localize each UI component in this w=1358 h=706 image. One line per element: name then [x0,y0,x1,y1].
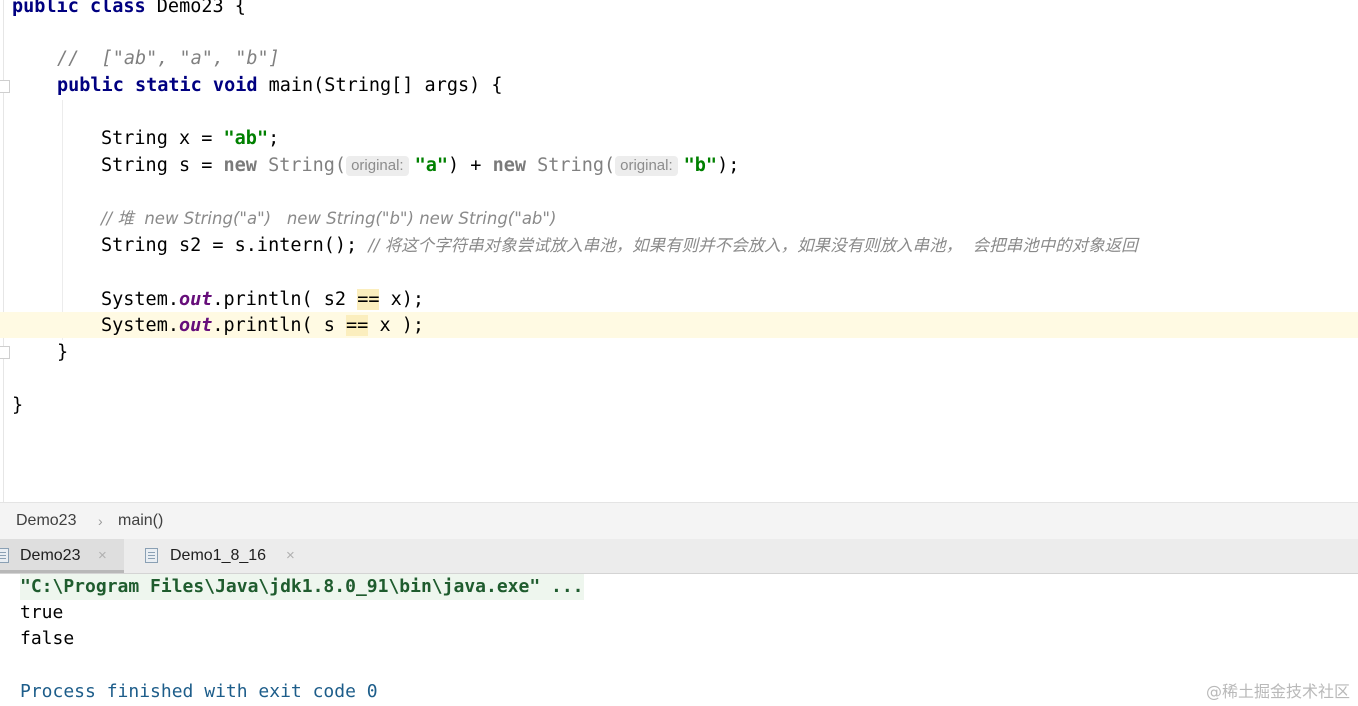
code-line-string-s: String s = new String(original: "a") + ne… [101,153,739,179]
code-text: System. [101,289,179,310]
static-field: out [178,289,213,310]
code-line-close-class: } [12,395,24,416]
fold-marker-main-end[interactable] [0,346,10,359]
keyword: public class [12,0,146,17]
code-line-main-decl: public static void main(String[] args) { [57,73,503,99]
code-comment: // 堆 new String("a") new String("b") new… [101,209,557,228]
code-text: ); [717,155,740,176]
keyword-new: new [492,155,526,176]
parameter-hint: original: [615,156,678,176]
operator-highlight: == [346,315,369,336]
code-text: System. [101,315,179,336]
run-console[interactable]: "C:\Program Files\Java\jdk1.8.0_91\bin\j… [0,574,1358,706]
code-text: String x = [101,128,224,149]
code-line-string-x: String x = "ab"; [101,126,279,152]
code-line-println-s2: System.out.println( s2 == x); [101,287,424,313]
tab-demo23[interactable]: Demo23 × [0,539,124,573]
code-text: ; [268,128,280,149]
string-literal: "b" [683,155,718,176]
indent-guide [62,100,63,340]
code-line-comment-array: // ["ab", "a", "b"] [57,46,280,72]
breadcrumb-item-class[interactable]: Demo23 [16,503,76,539]
code-text: .println( s2 [212,289,358,310]
code-line-println-s: System.out.println( s == x ); [101,313,424,339]
run-config-icon [0,548,9,563]
watermark: @稀土掘金技术社区 [1205,682,1350,701]
code-text: String s = [101,155,224,176]
code-editor[interactable]: public class Demo23 { // ["ab", "a", "b"… [0,0,1358,502]
fold-marker-main[interactable] [0,80,10,93]
code-line-close-main: } [57,342,69,363]
console-command-line[interactable]: "C:\Program Files\Java\jdk1.8.0_91\bin\j… [20,574,584,600]
console-output-line: true [20,602,64,623]
code-text: x ); [368,315,425,336]
tab-label: Demo23 [20,547,81,564]
run-config-icon [145,548,158,563]
code-text: x); [379,289,425,310]
editor-gutter [3,0,4,502]
static-field: out [178,315,213,336]
code-text: .println( s [212,315,347,336]
code-text: String s2 = s.intern(); [101,235,369,256]
string-literal: "a" [414,155,449,176]
code-line-comment-heap: // 堆 new String("a") new String("b") new… [101,206,556,232]
class-name: String( [526,155,616,176]
breadcrumb-item-method[interactable]: main() [118,503,163,539]
keyword: public static void [57,75,258,96]
tab-label: Demo1_8_16 [170,547,267,564]
operator-highlight: == [357,289,380,310]
parameter-hint: original: [346,156,409,176]
tab-demo1-8-16[interactable]: Demo1_8_16 × [124,539,314,573]
code-text: main(String[] args) { [257,75,503,96]
run-tabs: Demo23 × Demo1_8_16 × [0,539,1358,574]
close-icon[interactable]: × [286,539,295,573]
breadcrumb-separator: › [98,513,103,529]
code-text: ) + [448,155,493,176]
close-icon[interactable]: × [98,539,107,573]
code-text: Demo23 { [145,0,246,17]
breadcrumb: Demo23 › main() [0,502,1358,540]
string-literal: "ab" [223,128,269,149]
console-exit-message: Process finished with exit code 0 [20,681,378,702]
class-name: String( [256,155,347,176]
console-output-line: false [20,628,75,649]
code-line-intern: String s2 = s.intern(); // 将这个字符串对象尝试放入串… [101,233,1138,259]
code-comment: // ["ab", "a", "b"] [57,48,280,69]
code-line-class-decl: public class Demo23 { [12,0,246,20]
keyword-new: new [223,155,257,176]
code-comment: // 将这个字符串对象尝试放入串池，如果有则并不会放入，如果没有则放入串池， 会… [368,236,1138,255]
